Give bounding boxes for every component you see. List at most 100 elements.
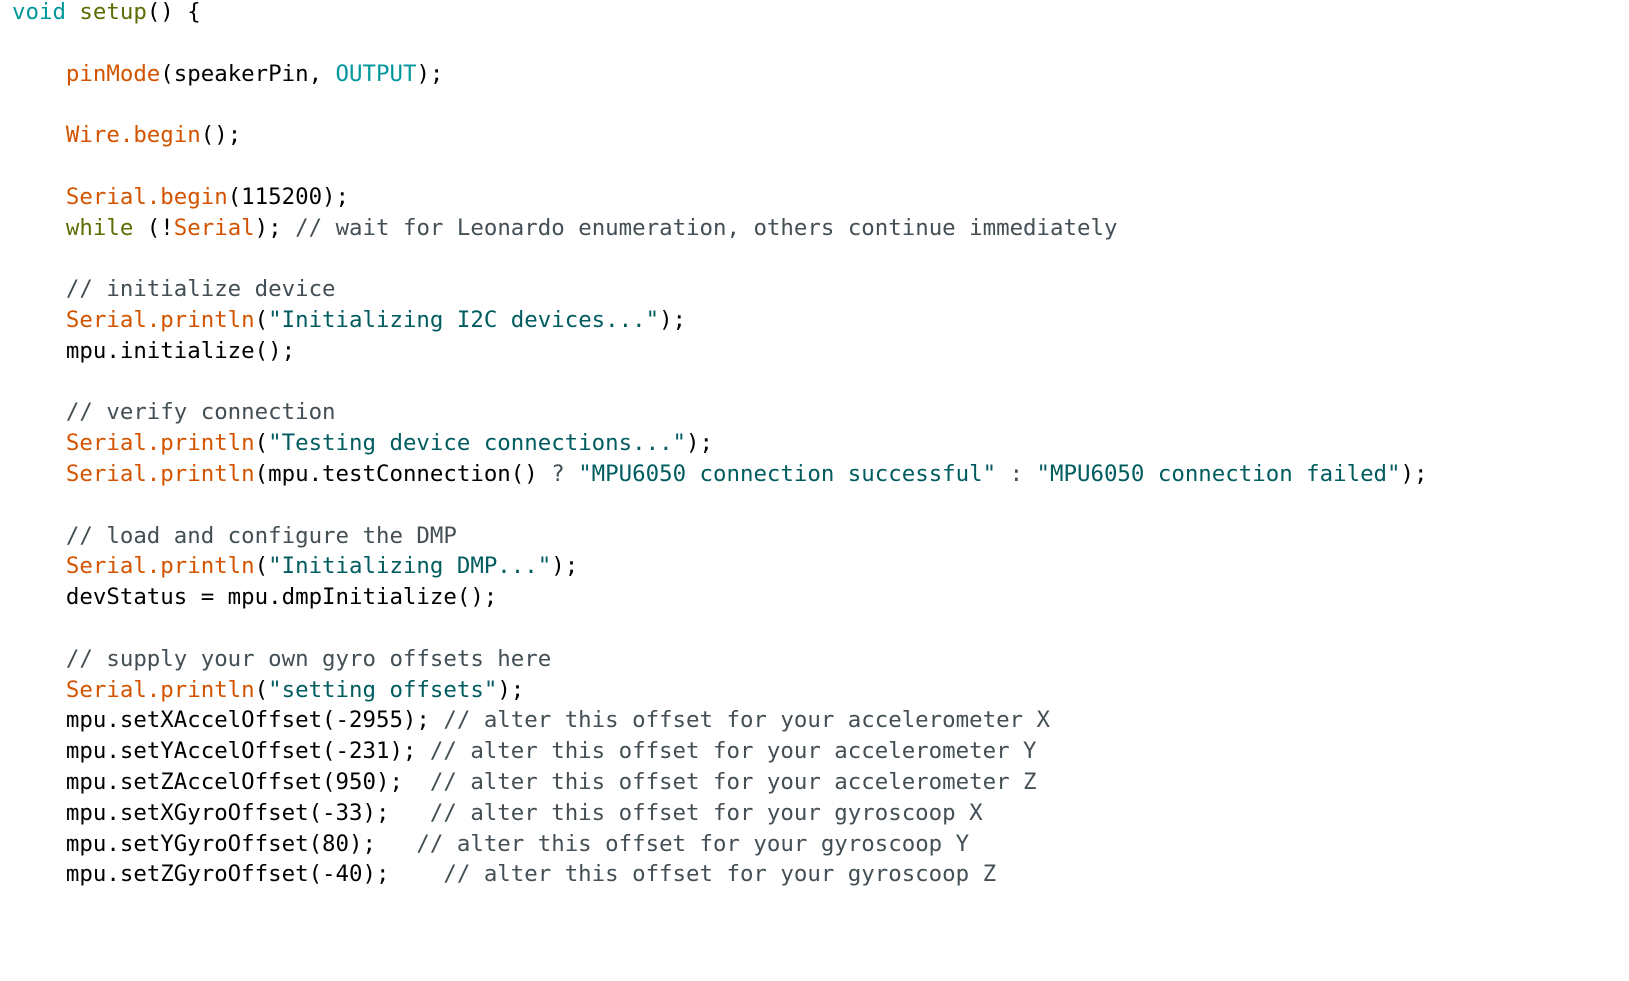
string-token: "MPU6050 connection successful" [578, 460, 997, 487]
code-line[interactable] [12, 89, 1427, 120]
code-line[interactable]: mpu.setXGyroOffset(-33); // alter this o… [12, 798, 1427, 829]
code-line[interactable]: mpu.setXAccelOffset(-2955); // alter thi… [12, 705, 1427, 736]
code-line[interactable]: Wire.begin(); [12, 120, 1427, 151]
code-line[interactable]: void setup() { [12, 0, 1427, 28]
comment-token: // alter this offset for your gyroscoop … [429, 799, 983, 826]
code-text: ( [254, 306, 269, 333]
code-line[interactable]: // supply your own gyro offsets here [12, 644, 1427, 675]
code-line[interactable]: mpu.setZAccelOffset(950); // alter this … [12, 767, 1427, 798]
comment-token: // load and configure the DMP [65, 522, 457, 549]
code-line[interactable] [12, 367, 1427, 398]
code-text: mpu.setXAccelOffset(-2955); [12, 707, 444, 734]
code-line[interactable] [12, 490, 1427, 521]
builtin-token: Serial.println [65, 553, 255, 580]
string-token: "MPU6050 connection failed" [1036, 460, 1401, 487]
code-line[interactable]: Serial.begin(115200); [12, 182, 1427, 213]
comment-token: // alter this offset for your accelerome… [429, 738, 1037, 765]
comment-token: // verify connection [65, 399, 336, 426]
comment-token: ? [551, 460, 565, 487]
code-text: (mpu.testConnection() [254, 460, 552, 487]
string-token: "Testing device connections..." [268, 430, 687, 457]
code-text: ); [1400, 460, 1428, 487]
function-token: while [65, 214, 134, 241]
builtin-token: Wire.begin [65, 122, 201, 149]
keyword-token: OUTPUT [335, 60, 417, 87]
code-text: mpu.setZGyroOffset(-40); [12, 861, 444, 888]
builtin-token: pinMode [65, 60, 161, 87]
builtin-token: Serial.begin [65, 183, 228, 210]
comment-token: // alter this offset for your gyroscoop … [443, 861, 997, 888]
code-text: mpu.setZAccelOffset(950); [12, 768, 430, 795]
builtin-token: Serial [173, 214, 255, 241]
code-line[interactable] [12, 613, 1427, 644]
function-token: setup [79, 0, 147, 25]
code-line[interactable]: Serial.println("setting offsets"); [12, 675, 1427, 706]
code-text: mpu.initialize(); [12, 337, 296, 364]
code-line[interactable]: // verify connection [12, 397, 1427, 428]
code-line[interactable]: while (!Serial); // wait for Leonardo en… [12, 213, 1427, 244]
code-line[interactable]: mpu.setZGyroOffset(-40); // alter this o… [12, 859, 1427, 890]
code-text: (speakerPin, [160, 60, 336, 87]
comment-token: // alter this offset for your accelerome… [443, 707, 1050, 734]
code-text: ); [497, 676, 525, 703]
code-text: () { [146, 0, 201, 25]
code-line[interactable]: // load and configure the DMP [12, 521, 1427, 552]
code-text: ); [659, 306, 687, 333]
code-line[interactable]: pinMode(speakerPin, OUTPUT); [12, 59, 1427, 90]
code-line[interactable]: mpu.setYAccelOffset(-231); // alter this… [12, 736, 1427, 767]
builtin-token: Serial.println [65, 430, 255, 457]
comment-token: : [1009, 460, 1024, 487]
keyword-token: void [12, 0, 66, 25]
code-text: ( [254, 553, 269, 580]
string-token: "setting offsets" [268, 676, 498, 703]
code-text: (115200); [227, 183, 350, 210]
code-text: ( [254, 676, 269, 703]
code-text: ); [416, 60, 444, 87]
comment-token: // initialize device [65, 276, 336, 303]
builtin-token: Serial.println [65, 676, 255, 703]
code-text: mpu.setYGyroOffset(80); [12, 830, 417, 857]
code-line[interactable]: mpu.initialize(); [12, 336, 1427, 367]
builtin-token: Serial.println [65, 460, 255, 487]
code-text: (! [133, 214, 174, 241]
code-text: (); [200, 122, 242, 149]
code-line[interactable]: Serial.println("Testing device connectio… [12, 428, 1427, 459]
code-line[interactable] [12, 151, 1427, 182]
code-text: ); [551, 553, 579, 580]
builtin-token: Serial.println [65, 306, 255, 333]
comment-token: // supply your own gyro offsets here [65, 645, 552, 672]
comment-token: // wait for Leonardo enumeration, others… [295, 214, 1118, 241]
code-editor[interactable]: void setup() { pinMode(speakerPin, OUTPU… [12, 0, 1427, 890]
code-text: devStatus = mpu.dmpInitialize(); [12, 584, 498, 611]
code-text: ); [686, 430, 713, 457]
code-line[interactable]: mpu.setYGyroOffset(80); // alter this of… [12, 829, 1427, 860]
code-text: ( [254, 430, 269, 457]
comment-token: // alter this offset for your gyroscoop … [416, 830, 970, 857]
code-line[interactable]: Serial.println("Initializing I2C devices… [12, 305, 1427, 336]
code-line[interactable]: Serial.println("Initializing DMP..."); [12, 551, 1427, 582]
comment-token: // alter this offset for your accelerome… [429, 768, 1037, 795]
string-token: "Initializing I2C devices..." [268, 306, 660, 333]
code-line[interactable]: // initialize device [12, 274, 1427, 305]
code-line[interactable]: devStatus = mpu.dmpInitialize(); [12, 582, 1427, 613]
code-line[interactable] [12, 28, 1427, 59]
code-line[interactable] [12, 243, 1427, 274]
code-line[interactable]: Serial.println(mpu.testConnection() ? "M… [12, 459, 1428, 490]
code-text: ); [254, 214, 296, 241]
code-text: mpu.setYAccelOffset(-231); [12, 738, 430, 765]
